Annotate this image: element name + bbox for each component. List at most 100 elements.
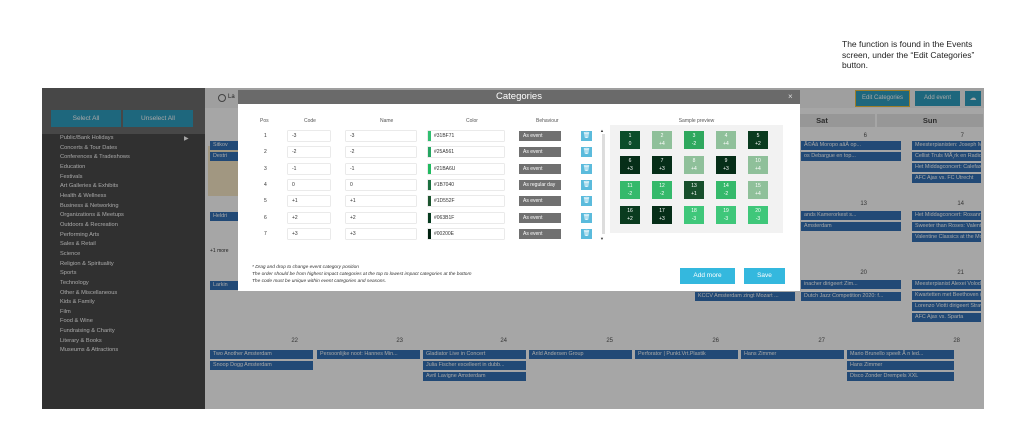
delete-icon[interactable]: 🗑 (581, 163, 592, 174)
sidebar-category-item[interactable]: Film (42, 308, 205, 318)
color-input[interactable]: #25A561 (428, 147, 504, 158)
color-swatch[interactable] (428, 163, 431, 174)
calendar-event[interactable]: Hans Zimmer (741, 350, 844, 359)
sidebar-category-item[interactable]: Fundraising & Charity (42, 327, 205, 337)
add-more-button[interactable]: Add more (680, 268, 735, 284)
color-input[interactable]: #1B7040 (428, 179, 504, 190)
calendar-event[interactable]: Lorenzo Viotti dirigeert Stravin... (912, 302, 981, 311)
behaviour-select[interactable]: As event (519, 131, 561, 141)
sidebar-category-item[interactable]: Sports (42, 269, 205, 279)
color-swatch[interactable] (428, 212, 431, 223)
delete-icon[interactable]: 🗑 (581, 147, 592, 158)
calendar-event[interactable]: Ã©Ââ Moropo aâÂ op... (801, 141, 901, 150)
sidebar-category-item[interactable]: Concerts & Tour Dates (42, 144, 205, 154)
calendar-event[interactable]: Perforator | Punkt.Vrt.Plastik (635, 350, 738, 359)
sidebar-category-item[interactable]: Education (42, 163, 205, 173)
more-events-link[interactable]: +1 more (210, 248, 228, 254)
color-input[interactable]: #1D552F (428, 196, 504, 207)
sidebar-category-item[interactable]: Technology (42, 279, 205, 289)
sidebar-category-item[interactable]: Art Galleries & Exhibits (42, 182, 205, 192)
calendar-event[interactable]: Dutch Jazz Competition 2020: f... (801, 292, 901, 301)
sidebar-category-item[interactable]: Other & Miscellaneous (42, 289, 205, 299)
delete-icon[interactable]: 🗑 (581, 212, 592, 223)
close-icon[interactable]: × (788, 90, 793, 104)
sidebar-category-item[interactable]: Health & Wellness (42, 192, 205, 202)
code-input[interactable]: -1 (288, 163, 330, 174)
color-swatch[interactable] (428, 131, 431, 141)
color-swatch[interactable] (428, 196, 431, 207)
calendar-event[interactable]: os Debargue en top... (801, 152, 901, 161)
name-input[interactable]: 0 (346, 179, 416, 190)
behaviour-select[interactable]: As event (519, 228, 561, 239)
calendar-event[interactable]: Persoonlijke noot: Hannes Min... (317, 350, 420, 359)
behaviour-select[interactable]: As regular day (519, 179, 561, 190)
calendar-event[interactable]: Meesterpianist Alexei Volodin i... (912, 280, 981, 289)
code-input[interactable]: +3 (288, 228, 330, 239)
sidebar-category-item[interactable]: Performing Arts (42, 231, 205, 241)
cloud-icon[interactable]: ☁ (965, 91, 981, 106)
color-input[interactable]: #063B1F (428, 212, 504, 223)
calendar-event[interactable]: Hans Zimmer (847, 361, 954, 370)
code-input[interactable]: -2 (288, 147, 330, 158)
calendar-event[interactable]: inacher dirigeert Zim... (801, 280, 901, 289)
calendar-event[interactable]: Disco Zonder Drempels XXL (847, 372, 954, 381)
name-input[interactable]: -3 (346, 131, 416, 141)
name-input[interactable]: +3 (346, 228, 416, 239)
calendar-event[interactable]: Julia Fischer excelleert in dubb... (423, 361, 526, 370)
calendar-event[interactable]: Meesterpianisten: Joseph Moog (912, 141, 981, 150)
calendar-event[interactable]: Valentine Classics at the Movie... (912, 233, 981, 242)
calendar-event[interactable]: Mario Brunello speelt Ã n led... (847, 350, 954, 359)
sidebar-category-item[interactable]: Kids & Family (42, 298, 205, 308)
scroll-up-icon[interactable]: ▲ (600, 128, 604, 133)
sidebar-category-item[interactable]: Conferences & Tradeshows (42, 153, 205, 163)
sidebar-category-item[interactable]: Outdoors & Recreation (42, 221, 205, 231)
calendar-event[interactable]: Larkin (210, 281, 238, 290)
color-input[interactable]: #00200E (428, 228, 504, 239)
calendar-event[interactable]: Sitkov (210, 141, 238, 150)
calendar-event[interactable]: AFC Ajax vs. FC Utrecht (912, 174, 981, 183)
code-input[interactable]: 0 (288, 179, 330, 190)
sidebar-category-item[interactable]: Religion & Spirituality (42, 260, 205, 270)
sidebar-category-item[interactable]: Business & Networking (42, 202, 205, 212)
calendar-event[interactable]: Two Another Amsterdam (210, 350, 313, 359)
code-input[interactable]: -3 (288, 131, 330, 141)
edit-categories-button[interactable]: Edit Categories (855, 90, 910, 107)
calendar-event[interactable]: Het Middagconcert: Rosanne P... (912, 211, 981, 220)
calendar-event[interactable]: Cellist Truls MÃ¸rk en Radio Fil... (912, 152, 981, 161)
calendar-event[interactable]: ands Kamerorkest s... (801, 211, 901, 220)
calendar-event[interactable]: Arild Andersen Group (529, 350, 632, 359)
name-input[interactable]: +1 (346, 196, 416, 207)
sidebar-category-item[interactable]: Festivals (42, 173, 205, 183)
name-input[interactable]: +2 (346, 212, 416, 223)
sidebar-category-item[interactable]: Science (42, 250, 205, 260)
behaviour-select[interactable]: As event (519, 196, 561, 207)
sidebar-category-item[interactable]: Public/Bank Holidays ▶ (42, 134, 205, 144)
add-event-button[interactable]: Add event (915, 91, 960, 106)
scroll-down-icon[interactable]: ▼ (600, 236, 604, 241)
color-swatch[interactable] (428, 179, 431, 190)
behaviour-select[interactable]: As event (519, 147, 561, 158)
sidebar-category-item[interactable]: Museums & Attractions (42, 346, 205, 356)
delete-icon[interactable]: 🗑 (581, 196, 592, 207)
calendar-event[interactable]: AFC Ajax vs. Sparta (912, 313, 981, 322)
color-input[interactable]: #21BA6U (428, 163, 504, 174)
calendar-event[interactable]: Sweeter than Roses: Valentijns... (912, 222, 981, 231)
code-input[interactable]: +2 (288, 212, 330, 223)
delete-icon[interactable]: 🗑 (581, 228, 592, 239)
save-button[interactable]: Save (744, 268, 785, 284)
calendar-event[interactable]: Snoop Dogg Amsterdam (210, 361, 313, 370)
delete-icon[interactable]: 🗑 (581, 179, 592, 190)
name-input[interactable]: -1 (346, 163, 416, 174)
calendar-event[interactable]: Het Middagconcert: Calefax sp... (912, 163, 981, 172)
behaviour-select[interactable]: As event (519, 163, 561, 174)
calendar-event[interactable]: KCCV Amsterdam zingt Mozart ... (695, 292, 795, 301)
color-swatch[interactable] (428, 228, 431, 239)
calendar-event[interactable]: Amsterdam (801, 222, 901, 231)
calendar-event[interactable]: Avril Lavigne Amsterdam (423, 372, 526, 381)
color-swatch[interactable] (428, 147, 431, 158)
sidebar-category-item[interactable]: Organizations & Meetups (42, 211, 205, 221)
sidebar-category-item[interactable]: Sales & Retail (42, 240, 205, 250)
calendar-event[interactable]: Kwartetten met Beethoven (6+) (912, 291, 981, 300)
calendar-event[interactable]: Heldri (210, 212, 238, 221)
code-input[interactable]: +1 (288, 196, 330, 207)
